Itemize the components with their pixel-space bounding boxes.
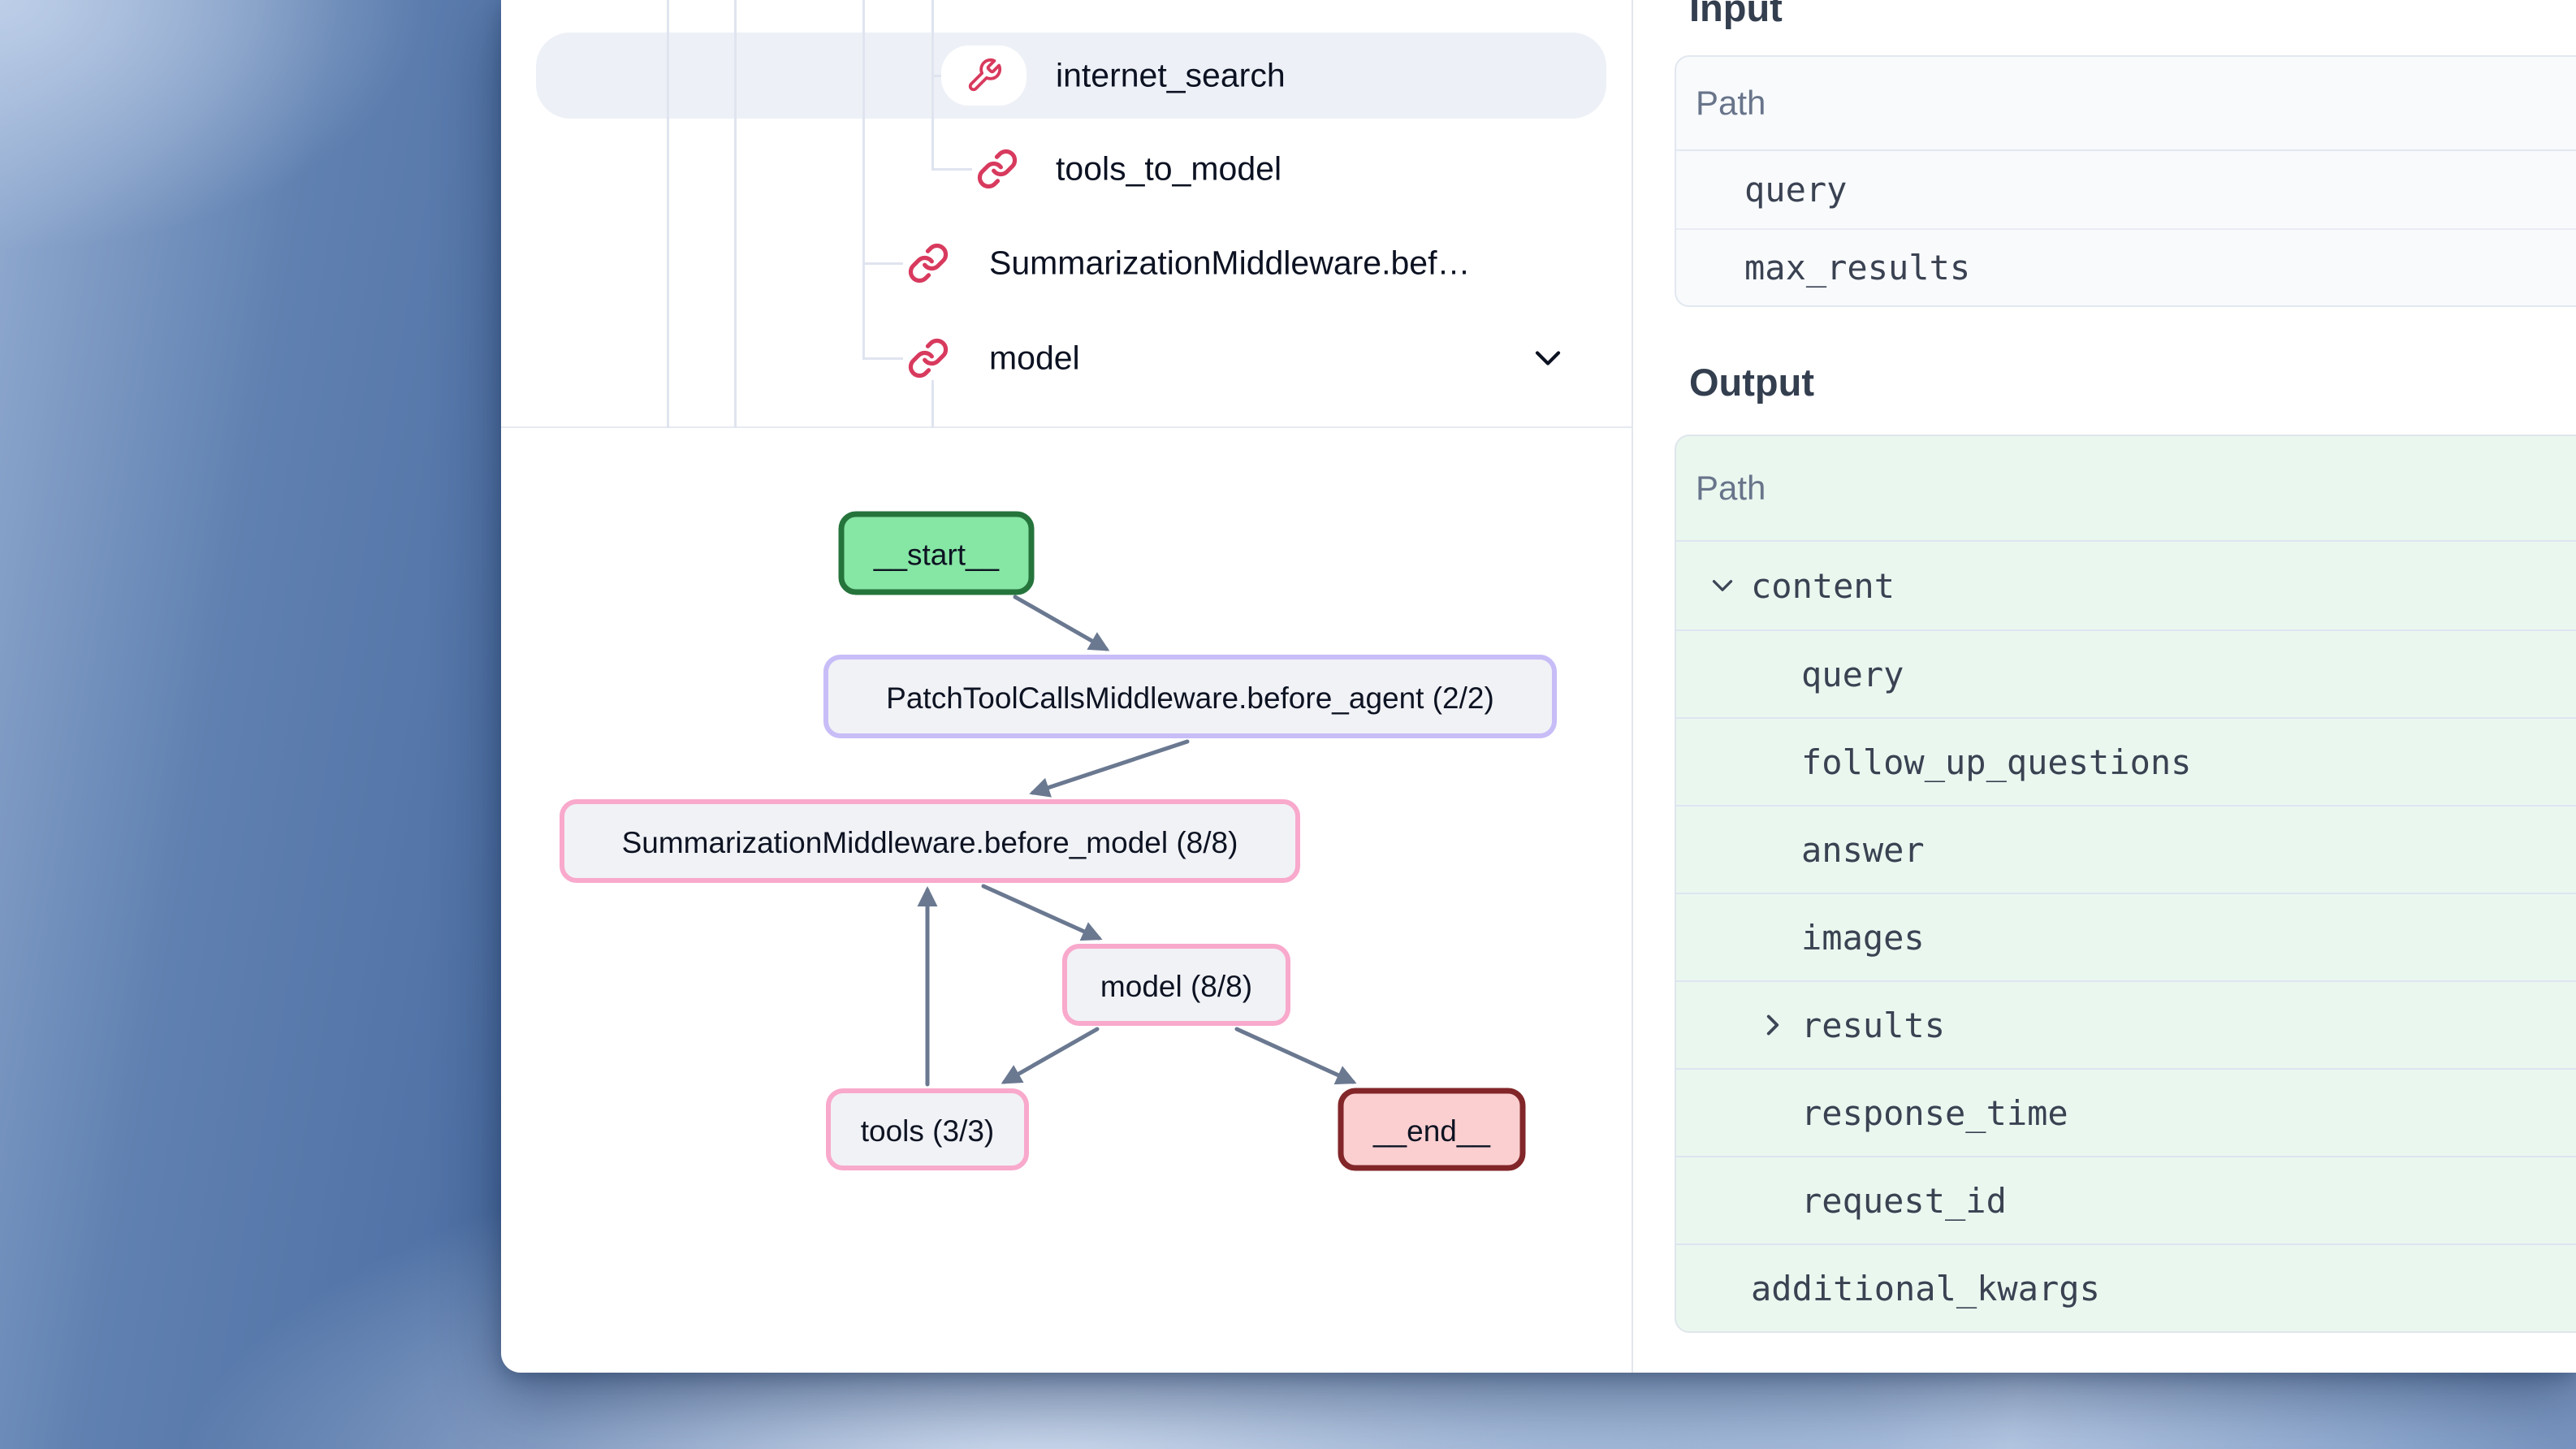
path-row[interactable]: request_id [1676,1156,2576,1244]
graph-edge-summarization-before-model-to-model [983,886,1099,938]
chevron-down-icon[interactable] [1705,569,1740,603]
path-cell: request_id [1801,1181,2007,1221]
tree-row-label: tools_to_model [1056,150,1282,188]
graph-canvas: __start__ PatchToolCallsMiddleware.before… [501,430,1632,1373]
output-path-table: Path content query follow_up_questions [1675,435,2576,1333]
screen: { "colors": { "accent_icon": "#d83a5e", … [0,0,2576,1449]
path-row[interactable]: max_results [1676,228,2576,305]
input-path-table: Path query max_results [1675,55,2576,307]
path-row[interactable]: follow_up_questions [1676,717,2576,805]
tree-row[interactable]: model [536,316,1606,400]
path-row[interactable]: response_time [1676,1068,2576,1156]
trace-viewer-window: internet_search tools_to_model Summariza… [501,0,2576,1373]
path-row[interactable]: answer [1676,805,2576,893]
svg-text:tools (3/3): tools (3/3) [861,1114,995,1148]
graph-node-end[interactable]: __end__ [1341,1091,1523,1168]
tree-branch-tick [862,262,903,265]
graph-edge-model-to-end [1237,1029,1353,1082]
path-row[interactable]: images [1676,893,2576,980]
output-section-title: Output [1689,360,1814,405]
path-cell: results [1801,1006,1945,1045]
graph-edge-model-to-tools [1005,1029,1097,1082]
path-column-header: Path [1676,57,2576,151]
path-cell: query [1801,655,1904,694]
tree-guide-line [931,0,934,170]
graph-node-start[interactable]: __start__ [841,514,1031,592]
graph-panel: __start__ PatchToolCallsMiddleware.before… [501,430,1632,1373]
tree-guide-line [862,0,865,359]
svg-text:__start__: __start__ [873,539,1000,572]
link-icon [907,337,949,379]
path-row[interactable]: additional_kwargs [1676,1244,2576,1331]
path-row[interactable]: query [1676,629,2576,717]
path-cell: images [1801,918,1925,958]
path-cell: additional_kwargs [1751,1269,2100,1308]
path-cell: answer [1801,830,1925,870]
io-inspector-panel: Input Path query max_results Output Path [1633,0,2576,1373]
link-icon [907,242,949,284]
tree-row-label: internet_search [1056,57,1286,95]
path-cell: response_time [1801,1093,2068,1133]
input-section-title: Input [1689,0,1783,31]
path-cell: query [1744,170,1847,210]
graph-node-model[interactable]: model (8/8) [1065,946,1288,1023]
tree-branch-tick [862,357,903,360]
tree-row[interactable]: tools_to_model [536,127,1606,211]
tree-branch-tick [931,168,972,171]
tree-guide-line [667,0,669,428]
svg-text:__end__: __end__ [1372,1114,1490,1148]
svg-text:model (8/8): model (8/8) [1100,970,1252,1003]
graph-edge-patch-before-agent-to-summarization-before-model [1033,742,1187,793]
graph-node-summarization-before-model[interactable]: SummarizationMiddleware.before_model (8/… [562,802,1298,880]
graph-node-tools[interactable]: tools (3/3) [828,1091,1027,1168]
svg-text:SummarizationMiddleware.before: SummarizationMiddleware.before_model (8/… [622,826,1238,859]
tree-row[interactable]: internet_search [536,32,1606,119]
graph-edge-start-to-patch-before-agent [1015,597,1106,649]
span-tree-panel: internet_search tools_to_model Summariza… [501,0,1632,428]
tree-row-label: SummarizationMiddleware.bef… [989,244,1470,283]
link-icon [976,148,1018,190]
wrench-icon [941,45,1027,106]
tree-row[interactable]: SummarizationMiddleware.bef… [536,221,1606,305]
tree-guide-line [734,0,737,428]
path-cell: max_results [1744,248,1970,288]
path-row[interactable]: results [1676,980,2576,1068]
path-cell: follow_up_questions [1801,742,2191,782]
path-cell: content [1751,566,1895,606]
graph-node-patch-before-agent[interactable]: PatchToolCallsMiddleware.before_agent (2… [826,657,1554,736]
svg-text:PatchToolCallsMiddleware.befor: PatchToolCallsMiddleware.before_agent (2… [886,681,1494,715]
input-path-rows: query max_results [1676,151,2576,305]
tree-guide-line [931,380,934,428]
path-column-header: Path [1676,436,2576,542]
output-path-rows: content query follow_up_questions answer… [1676,542,2576,1331]
path-row[interactable]: content [1676,542,2576,629]
chevron-down-icon[interactable] [1527,337,1569,379]
path-row[interactable]: query [1676,151,2576,228]
tree-row-label: model [989,340,1080,378]
chevron-right-icon[interactable] [1756,1008,1790,1042]
